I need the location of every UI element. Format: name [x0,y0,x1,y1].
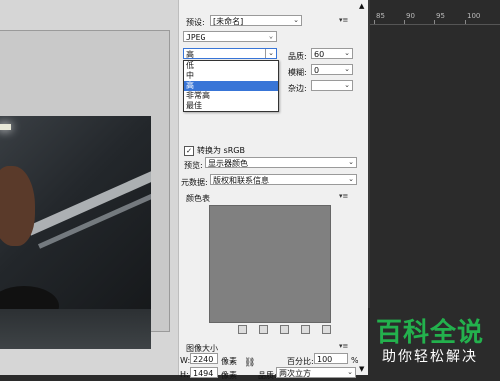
preview-frame [0,30,170,349]
chevron-down-icon: ⌄ [344,49,350,57]
quality-value: 60 [314,50,325,59]
preset-label: 预设: [186,18,205,27]
convert-srgb-row[interactable]: ✓ 转换为 sRGB [184,145,245,156]
preview-value: 显示器颜色 [208,159,248,168]
blur-input[interactable]: 0 ⌄ [311,64,353,75]
color-table-menu-icon[interactable]: ▾≡ [339,192,348,200]
convert-srgb-checkbox[interactable]: ✓ [184,145,194,156]
width-label: W: [180,356,191,365]
ruler-tick [465,20,466,24]
link-icon[interactable]: ⛓ [244,358,255,368]
quality-option-low[interactable]: 低 [184,61,278,71]
chevron-down-icon: ⌄ [347,368,353,376]
format-value: JPEG [186,33,206,42]
ruler-tick-label: 100 [467,12,481,20]
watermark-title: 百科全说 [376,318,485,348]
ruler-tick-label: 85 [376,12,385,20]
map-color-icon[interactable] [238,325,247,334]
metadata-label: 元数据: [181,178,208,187]
athlete-figure [0,166,35,246]
preview-select[interactable]: 显示器颜色 ⌄ [205,157,357,168]
chevron-down-icon: ⌄ [348,158,354,166]
height-unit: 像素 [221,371,237,380]
metadata-select[interactable]: 版权和联系信息 ⌄ [210,174,357,185]
matte-label: 杂边: [288,84,307,93]
blur-label: 模糊: [288,68,307,77]
settings-scrollbar[interactable]: ▲ ▼ [358,0,368,375]
preview-photo [0,116,151,349]
floor [0,309,151,349]
image-size-menu-icon[interactable]: ▾≡ [339,342,348,350]
resample-quality-value: 两次立方 [279,369,311,378]
blur-value: 0 [314,66,320,75]
scroll-down-icon[interactable]: ▼ [359,365,364,373]
color-table-label: 颜色表 [186,194,210,203]
resample-quality-label: 品质: [258,371,277,380]
metadata-value: 版权和联系信息 [213,176,269,185]
trash-icon[interactable] [322,325,331,334]
ruler-tick-label: 95 [436,12,445,20]
matte-select[interactable]: ⌄ [311,80,353,91]
resample-quality-select[interactable]: 两次立方 ⌄ [276,367,356,378]
quality-level-value: 高 [186,50,194,59]
quality-label: 品质: [288,52,307,61]
chevron-down-icon: ⌄ [268,32,274,40]
color-table-toolbar [238,325,331,334]
quality-level-dropdown: 低 中 高 非常高 最佳 [183,60,279,112]
quality-input[interactable]: 60 ⌄ [311,48,353,59]
preview-label: 预览: [184,161,203,170]
ruler-tick [374,20,375,24]
quality-option-medium[interactable]: 中 [184,71,278,81]
chevron-down-icon: ⌄ [293,16,299,24]
new-color-icon[interactable] [301,325,310,334]
chevron-down-icon: ⌄ [348,175,354,183]
ruler-tick [434,20,435,24]
image-preview-pane [0,0,178,375]
panel-menu-icon[interactable]: ▾≡ [339,16,348,24]
quality-option-high[interactable]: 高 [184,81,278,91]
watermark: 百科全说 助你轻松解决 [368,308,500,375]
format-select[interactable]: JPEG ⌄ [183,31,277,42]
width-unit: 像素 [221,357,237,366]
ruler-tick [404,20,405,24]
ruler-tick-label: 90 [406,12,415,20]
scroll-up-icon[interactable]: ▲ [359,2,364,10]
watermark-subtitle: 助你轻松解决 [382,349,478,365]
web-shift-icon[interactable] [280,325,289,334]
color-table-swatch-area [209,205,331,323]
quality-option-best[interactable]: 最佳 [184,101,278,111]
lock-color-icon[interactable] [259,325,268,334]
convert-srgb-label: 转换为 sRGB [197,146,245,155]
chevron-down-icon: ⌄ [344,65,350,73]
ceiling-light [0,124,11,130]
percent-input[interactable]: 100 [314,353,348,364]
horizontal-ruler: 85 90 95 100 [370,10,500,25]
percent-label: 百分比: [287,357,314,366]
quality-option-very-high[interactable]: 非常高 [184,91,278,101]
quality-level-select[interactable]: 高 ⌄ [183,48,277,59]
height-input[interactable]: 1494 [190,367,218,378]
preset-select[interactable]: [未命名] ⌄ [210,15,302,26]
preset-value: [未命名] [213,17,244,26]
chevron-down-icon: ⌄ [265,49,276,58]
width-input[interactable]: 2240 [190,353,218,364]
chevron-down-icon: ⌄ [344,81,350,89]
